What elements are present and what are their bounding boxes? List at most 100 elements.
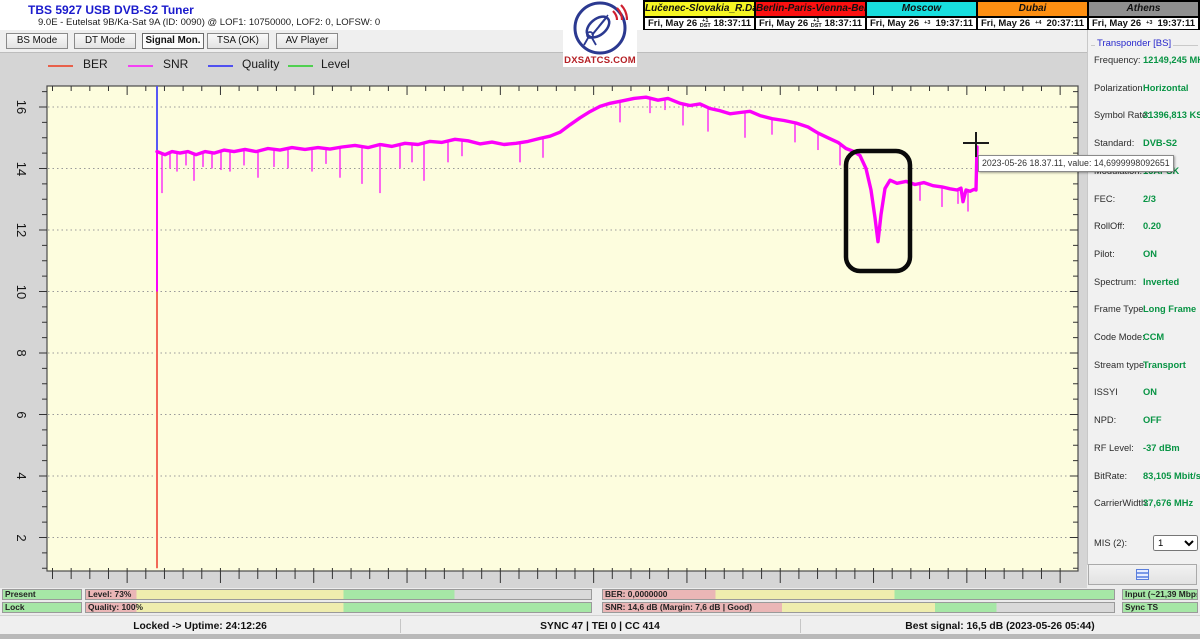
clock-date: Fri, May 26 xyxy=(1092,18,1141,29)
clock-hms: 19:37:11 xyxy=(1157,18,1195,29)
field-label: BitRate: xyxy=(1094,471,1127,481)
legend-line-quality xyxy=(208,65,233,67)
clock-column: Athens Fri, May 26 +3 19:37:11 xyxy=(1087,2,1198,29)
timezone-offset: +3 xyxy=(1146,21,1152,26)
field-value: 0.20 xyxy=(1143,221,1161,231)
clock-hms: 19:37:11 xyxy=(935,18,973,29)
timezone-offset: +1DST xyxy=(700,19,711,28)
clock-city-label: Athens xyxy=(1089,2,1198,16)
y-tick-label: 12 xyxy=(13,215,29,245)
clock-city-label: Moscow xyxy=(867,2,976,16)
transponder-sidebar: Transponder [BS] Frequency:12149,245 MHz… xyxy=(1087,30,1200,565)
clock-time: Fri, May 26 +3 19:37:11 xyxy=(867,16,976,29)
clock-column: Moscow Fri, May 26 +3 19:37:11 xyxy=(865,2,976,29)
field-label: Pilot: xyxy=(1094,249,1115,259)
tab-bs-mode[interactable]: BS Mode xyxy=(6,33,68,49)
ber-bar: BER: 0,0000000 xyxy=(602,589,1115,600)
legend-line-snr xyxy=(128,65,153,67)
lock-indicator: Lock xyxy=(2,602,82,613)
clock-hms: 18:37:11 xyxy=(713,18,751,29)
input-indicator: Input (~21,39 Mbps) xyxy=(1122,589,1198,600)
field-value: 2/3 xyxy=(1143,194,1156,204)
transponder-row-rolloff: RollOff:0.20 xyxy=(1088,221,1200,235)
field-value: DVB-S2 xyxy=(1143,138,1177,148)
field-label: Standard: xyxy=(1094,138,1134,148)
mis-dropdown[interactable]: 1 xyxy=(1153,535,1198,551)
field-value: ON xyxy=(1143,249,1157,259)
clock-hms: 20:37:11 xyxy=(1046,18,1084,29)
satellite-subtitle: 9.0E - Eutelsat 9B/Ka-Sat 9A (ID: 0090) … xyxy=(38,17,380,28)
field-value: 37,676 MHz xyxy=(1143,498,1193,508)
syncts-indicator: Sync TS xyxy=(1122,602,1198,613)
transponder-row-fec: FEC:2/3 xyxy=(1088,194,1200,208)
clock-time: Fri, May 26 +3 19:37:11 xyxy=(1089,16,1198,29)
snr-bar: SNR: 14,6 dB (Margin: 7,6 dB | Good) xyxy=(602,602,1115,613)
clock-date: Fri, May 26 xyxy=(870,18,919,29)
field-value: CCM xyxy=(1143,332,1164,342)
signal-chart-panel: BERSNRQualityLevel 161412108642 passage … xyxy=(0,52,1087,588)
transponder-row-pilot: Pilot: ON xyxy=(1088,249,1200,263)
timezone-offset: +4 xyxy=(1035,21,1041,26)
transponder-row-polarization: Polarization:Horizontal xyxy=(1088,83,1200,97)
window-title: TBS 5927 USB DVB-S2 Tuner xyxy=(28,3,194,17)
field-label: Frame Type: xyxy=(1094,304,1146,314)
logo-text: DXSATCS.COM xyxy=(563,55,637,66)
clock-time: Fri, May 26 +4 20:37:11 xyxy=(978,16,1087,29)
y-tick-label: 4 xyxy=(13,461,29,491)
clock-city-label: Lučenec-Slovakia_R.Dávid xyxy=(645,2,754,16)
clock-date: Fri, May 26 xyxy=(648,18,697,29)
signal-meters: PresentLockLevel: 73%Quality: 100%BER: 0… xyxy=(0,588,1200,615)
clock-column: Berlin-Paris-Vienna-BelgradeFri, May 26+… xyxy=(754,2,865,29)
transponder-row-frequency: Frequency:12149,245 MHz xyxy=(1088,55,1200,69)
transponder-row-bitrate: BitRate:83,105 Mbit/s xyxy=(1088,471,1200,485)
mis-label: MIS (2): xyxy=(1094,538,1127,548)
quality-bar: Quality: 100% xyxy=(85,602,592,613)
clock-time: Fri, May 26+1DST18:37:11 xyxy=(756,16,865,29)
field-value: Long Frame xyxy=(1143,304,1196,314)
tab-bar: BS Mode DT Mode Signal Mon.TSA (OK) AV Play… xyxy=(0,30,1087,52)
legend-label-ber: BER xyxy=(83,57,108,73)
status-bar: Locked -> Uptime: 24:12:26 SYNC 47 | TEI… xyxy=(0,615,1200,639)
legend-line-ber xyxy=(48,65,73,67)
field-label: ISSYI xyxy=(1094,387,1118,397)
app-window: TBS 5927 USB DVB-S2 Tuner 9.0E - Eutelsa… xyxy=(0,0,1200,639)
tab-tsa-ok-[interactable]: TSA (OK) xyxy=(207,33,269,49)
field-value: Inverted xyxy=(1143,277,1179,287)
field-value: -37 dBm xyxy=(1143,443,1180,453)
tab-signal-mon-[interactable]: Signal Mon. xyxy=(142,33,204,49)
transponder-row-codemode: Code Mode:CCM xyxy=(1088,332,1200,346)
clock-time: Fri, May 26+1DST18:37:11 xyxy=(645,16,754,29)
legend-label-level: Level xyxy=(321,57,350,73)
y-tick-label: 8 xyxy=(13,338,29,368)
field-label: Symbol Rate: xyxy=(1094,110,1150,120)
transponder-row-spectrum: Spectrum:Inverted xyxy=(1088,277,1200,291)
timezone-offset: +1DST xyxy=(811,19,822,28)
clock-column: Dubai Fri, May 26 +4 20:37:11 xyxy=(976,2,1087,29)
transponder-header: Transponder [BS] xyxy=(1095,38,1173,49)
clock-date: Fri, May 26 xyxy=(759,18,808,29)
tab-av-player[interactable]: AV Player xyxy=(276,33,338,49)
field-value: Transport xyxy=(1143,360,1186,370)
present-indicator: Present xyxy=(2,589,82,600)
field-label: Stream type: xyxy=(1094,360,1147,370)
transponder-row-npd: NPD:OFF xyxy=(1088,415,1200,429)
sync-status: SYNC 47 | TEI 0 | CC 414 xyxy=(400,619,800,635)
field-label: RF Level: xyxy=(1094,443,1134,453)
transponder-row-standard: Standard: DVB-S2 xyxy=(1088,138,1200,152)
field-label: Polarization: xyxy=(1094,83,1145,93)
stream-list-button[interactable] xyxy=(1088,564,1197,585)
clock-city-label: Dubai xyxy=(978,2,1087,16)
tab-dt-mode[interactable]: DT Mode xyxy=(74,33,136,49)
timezone-offset: +3 xyxy=(924,21,930,26)
field-label: Frequency: xyxy=(1094,55,1141,65)
field-value: 31396,813 KS/s xyxy=(1143,110,1200,120)
snr-plot-area[interactable] xyxy=(47,86,1078,586)
title-bar: TBS 5927 USB DVB-S2 Tuner 9.0E - Eutelsa… xyxy=(0,0,643,30)
field-label: CarrierWidth: xyxy=(1094,498,1149,508)
uptime-status: Locked -> Uptime: 24:12:26 xyxy=(0,619,400,635)
legend-label-quality: Quality xyxy=(242,57,279,73)
clock-date: Fri, May 26 xyxy=(981,18,1030,29)
transponder-row-symbolrate: Symbol Rate:31396,813 KS/s xyxy=(1088,110,1200,124)
list-icon xyxy=(1136,569,1149,580)
field-value: ON xyxy=(1143,387,1157,397)
